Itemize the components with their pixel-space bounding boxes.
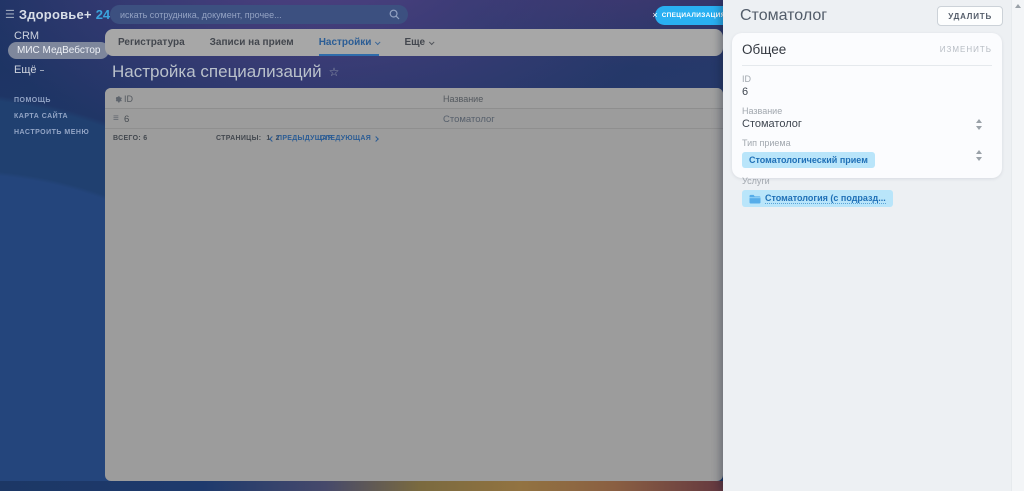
general-section-card: Общее ИЗМЕНИТЬ ID 6 Название Стоматолог …	[732, 33, 1002, 178]
tab-zapisi-na-priem[interactable]: Записи на прием	[210, 29, 294, 56]
background-gradient-strip	[0, 481, 723, 491]
tab-label: Настройки	[319, 37, 372, 48]
specializations-grid: ID Название ≡ 6 Стоматолог ВСЕГО: 6 СТРА…	[105, 88, 723, 481]
column-header-id[interactable]: ID	[124, 94, 133, 104]
tab-label: Еще	[404, 37, 425, 48]
edit-link[interactable]: ИЗМЕНИТЬ	[940, 45, 992, 54]
tab-nastroyki[interactable]: Настройки	[319, 29, 380, 56]
scroll-up-arrow-icon[interactable]	[1015, 4, 1021, 8]
tab-label: Регистратура	[118, 37, 185, 48]
tag-label: Стоматология (с подразд...	[765, 193, 886, 204]
sidebar-item-label: Ещё	[14, 64, 37, 76]
folder-icon	[749, 194, 761, 204]
page-title: Настройка специализаций ☆	[112, 62, 339, 82]
appointment-type-tag[interactable]: Стоматологический прием	[742, 152, 875, 168]
hamburger-menu-icon[interactable]: ☰	[5, 8, 15, 21]
next-label: СЛЕДУЮЩАЯ	[320, 135, 371, 142]
search-icon	[389, 9, 400, 20]
sidebar-item-mis-medvebstor[interactable]: МИС МедВебстор	[8, 42, 109, 59]
tag-label: Стоматологический прием	[749, 155, 868, 165]
field-value-name: Стоматолог	[742, 118, 992, 130]
chevron-right-icon	[373, 136, 379, 142]
specialization-chip[interactable]: × СПЕЦИАЛИЗАЦИЯ	[655, 6, 723, 25]
sidebar-link-configure-menu[interactable]: НАСТРОИТЬ МЕНЮ	[14, 129, 89, 136]
tab-registratura[interactable]: Регистратура	[118, 29, 185, 56]
sidebar-item-more[interactable]: Ещё	[14, 64, 44, 76]
scrollbar-track[interactable]	[1011, 0, 1024, 491]
detail-slider-panel: Стоматолог УДАЛИТЬ Общее ИЗМЕНИТЬ ID 6 Н…	[723, 0, 1024, 491]
sidebar-link-help[interactable]: ПОМОЩЬ	[14, 97, 51, 104]
active-tab-underline	[319, 54, 380, 56]
chip-label: СПЕЦИАЛИЗАЦИЯ	[662, 12, 723, 19]
row-drag-handle-icon[interactable]: ≡	[113, 113, 119, 124]
cell-name[interactable]: Стоматолог	[443, 114, 495, 125]
grid-settings-gear-icon[interactable]	[113, 94, 122, 103]
total-count: ВСЕГО: 6	[113, 135, 147, 142]
arrow-up-icon[interactable]	[976, 150, 982, 154]
more-dash-icon	[40, 70, 44, 71]
close-icon[interactable]: ×	[652, 11, 657, 20]
workspace-dimmed-area: ☰ Здоровье+ 24 ⇄ CRM МИС МедВебстор Ещё …	[0, 0, 723, 491]
section-menu: Регистратура Записи на прием Настройки Е…	[105, 29, 723, 56]
arrow-up-icon[interactable]	[976, 119, 982, 123]
sidebar-item-label: МИС МедВебстор	[17, 45, 100, 56]
field-value-id: 6	[742, 86, 992, 98]
app-logo-suffix: 24	[96, 7, 110, 22]
app-logo[interactable]: ☰ Здоровье+ 24 ⇄	[5, 7, 122, 22]
field-label-id: ID	[742, 74, 992, 84]
services-tag[interactable]: Стоматология (с подразд...	[742, 190, 893, 207]
table-row[interactable]: ≡ 6 Стоматолог	[105, 109, 723, 129]
search-input[interactable]	[110, 10, 389, 20]
global-search[interactable]	[110, 5, 408, 24]
detail-title: Стоматолог	[740, 7, 827, 25]
arrow-down-icon[interactable]	[976, 157, 982, 161]
section-divider	[742, 65, 992, 66]
sidebar-link-sitemap[interactable]: КАРТА САЙТА	[14, 113, 68, 120]
tab-label: Записи на прием	[210, 37, 294, 48]
appointment-type-stepper[interactable]	[976, 119, 982, 130]
chevron-down-icon	[375, 39, 381, 45]
section-title: Общее	[742, 42, 786, 57]
services-stepper[interactable]	[976, 150, 982, 161]
chevron-left-icon	[269, 136, 275, 142]
page-title-text: Настройка специализаций	[112, 62, 322, 82]
arrow-down-icon[interactable]	[976, 126, 982, 130]
chevron-down-icon	[429, 39, 435, 45]
field-label-name: Название	[742, 106, 992, 116]
grid-header-row: ID Название	[105, 88, 723, 109]
field-label-appointment-type: Тип приема	[742, 138, 992, 148]
tab-more[interactable]: Еще	[404, 29, 433, 56]
delete-button[interactable]: УДАЛИТЬ	[937, 6, 1003, 26]
column-header-name[interactable]: Название	[443, 94, 483, 104]
pagination-next-button[interactable]: СЛЕДУЮЩАЯ	[320, 135, 378, 142]
cell-id: 6	[124, 114, 129, 125]
sidebar-item-crm[interactable]: CRM	[14, 30, 39, 42]
grid-footer: ВСЕГО: 6 СТРАНИЦЫ: 1 2 ПРЕДЫДУЩАЯ СЛЕДУЮ…	[105, 129, 723, 149]
field-label-services: Услуги	[742, 176, 992, 186]
app-logo-text: Здоровье+	[19, 7, 92, 22]
favorite-star-icon[interactable]: ☆	[329, 65, 340, 79]
pages-label: СТРАНИЦЫ:	[216, 135, 261, 142]
